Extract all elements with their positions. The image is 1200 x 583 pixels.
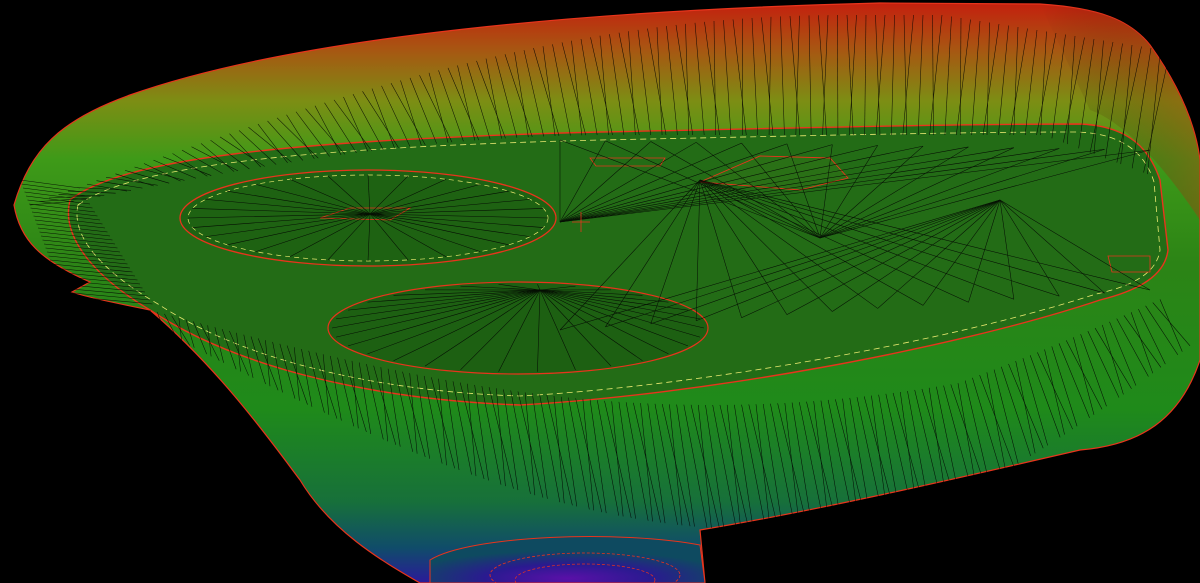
tin-surface-render <box>13 2 1200 583</box>
upper-left-basin <box>179 169 557 267</box>
lower-basin <box>327 281 709 375</box>
3d-viewport[interactable] <box>0 0 1200 583</box>
